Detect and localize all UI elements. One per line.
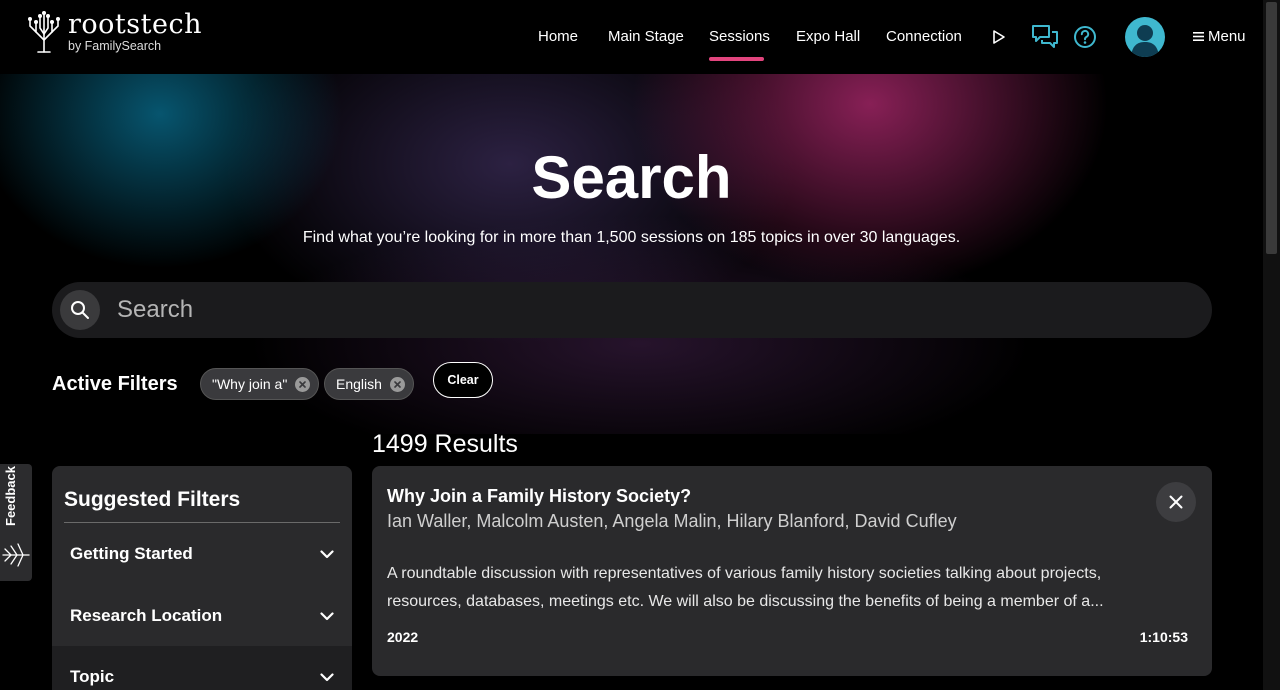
search-input[interactable] (117, 296, 1117, 324)
scrollbar-thumb[interactable] (1266, 2, 1277, 254)
remove-chip-icon[interactable] (389, 376, 405, 392)
search-button[interactable] (60, 290, 100, 330)
tree-logo-icon (28, 11, 60, 53)
session-title[interactable]: Why Join a Family History Society? (387, 486, 691, 507)
filter-group-topic[interactable]: Topic (52, 646, 352, 690)
session-duration: 1:10:53 (1139, 629, 1188, 645)
filter-group-label: Topic (70, 667, 115, 686)
filter-group-getting-started[interactable]: Getting Started (52, 523, 352, 585)
filter-chip-language[interactable]: English (324, 368, 414, 400)
brand-subtitle: by FamilySearch (68, 39, 162, 53)
close-card-button[interactable] (1156, 482, 1196, 522)
hamburger-icon (1193, 32, 1204, 41)
search-bar (52, 282, 1212, 338)
tree-logo-icon (2, 543, 30, 567)
feedback-tab[interactable]: Feedback (0, 464, 32, 581)
feedback-label: Feedback (3, 466, 18, 526)
rootstech-logo[interactable]: rootstech by FamilySearch (25, 10, 202, 54)
chevron-down-icon (320, 672, 334, 681)
nav-main-stage[interactable]: Main Stage (608, 28, 684, 45)
search-icon (71, 301, 89, 319)
menu-label: Menu (1208, 28, 1246, 45)
page-subtitle: Find what you’re looking for in more tha… (302, 229, 961, 246)
user-avatar[interactable] (1125, 17, 1165, 57)
chevron-down-icon (320, 549, 334, 558)
filter-chip-query[interactable]: "Why join a" (200, 368, 320, 400)
remove-chip-icon[interactable] (295, 376, 311, 392)
top-header: rootstech by FamilySearch Home Main Stag… (0, 0, 1280, 74)
result-card[interactable]: Why Join a Family History Society? Ian W… (372, 466, 1212, 676)
filter-chip-label: "Why join a" (212, 376, 288, 392)
filter-group-label: Getting Started (70, 544, 193, 563)
active-filters-label: Active Filters (52, 373, 178, 395)
session-speakers: Ian Waller, Malcolm Austen, Angela Malin… (387, 511, 957, 531)
user-silhouette-icon (1131, 25, 1159, 57)
hero-banner (0, 74, 1263, 434)
filter-group-label: Research Location (70, 606, 223, 625)
play-icon[interactable] (992, 29, 1006, 45)
menu-button[interactable]: Menu (1193, 28, 1246, 45)
page: Search Find what you’re looking for in m… (0, 0, 1280, 690)
brand-name: rootstech (68, 9, 202, 40)
chat-icon[interactable] (1031, 24, 1059, 50)
nav-sessions[interactable]: Sessions (709, 28, 770, 45)
close-icon (1169, 495, 1183, 509)
page-title: Search (531, 144, 732, 211)
active-nav-indicator (709, 57, 764, 61)
suggested-filters-panel: Suggested Filters Getting Started Resear… (52, 466, 352, 690)
filter-group-research-location[interactable]: Research Location (52, 585, 352, 647)
nav-expo-hall[interactable]: Expo Hall (796, 28, 860, 45)
suggested-filters-title: Suggested Filters (64, 488, 241, 511)
clear-filters-button[interactable]: Clear (433, 362, 493, 398)
nav-home[interactable]: Home (538, 28, 578, 45)
session-year: 2022 (387, 629, 419, 645)
results-count: 1499 Results (372, 430, 518, 458)
chevron-down-icon (320, 611, 334, 620)
nav-connection[interactable]: Connection (886, 28, 962, 45)
filter-chip-label: English (336, 376, 382, 392)
session-description: A roundtable discussion with representat… (387, 565, 1104, 610)
help-icon[interactable] (1073, 25, 1097, 49)
